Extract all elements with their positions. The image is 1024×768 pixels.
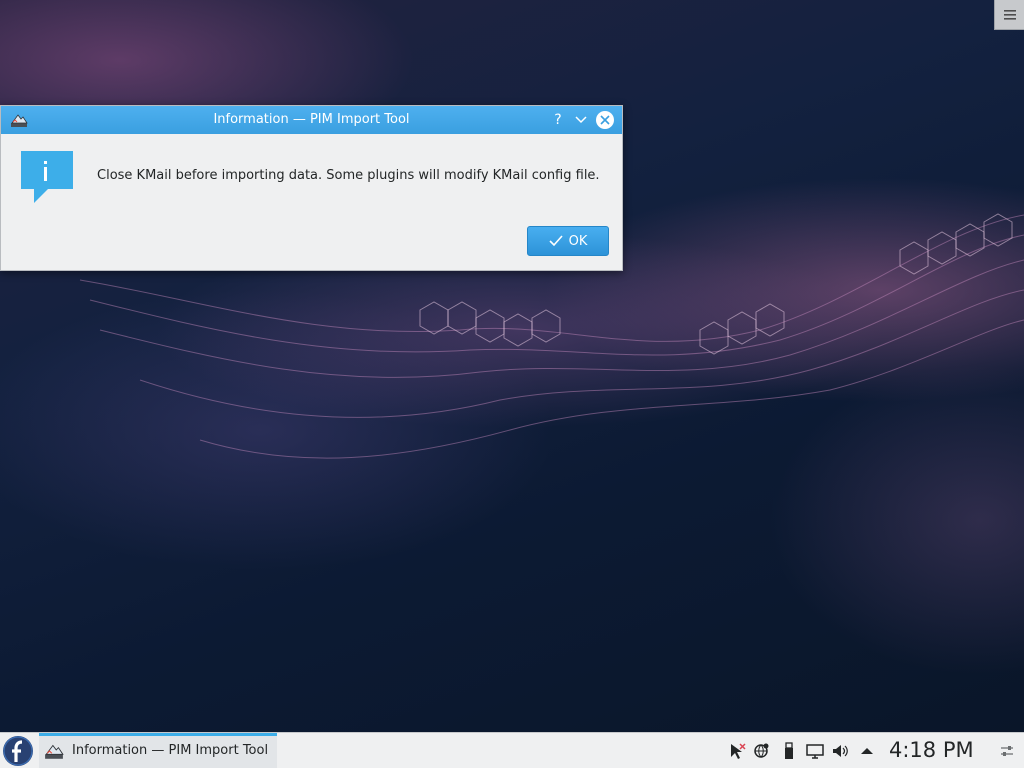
display-icon[interactable] [806, 742, 824, 760]
expand-arrow-icon[interactable] [858, 742, 876, 760]
pim-import-app-icon [45, 744, 64, 759]
volume-icon[interactable] [831, 742, 849, 760]
network-icon[interactable] [752, 742, 770, 760]
panel-settings-icon[interactable] [998, 742, 1016, 760]
network-glyph [754, 743, 769, 758]
information-icon [21, 151, 73, 203]
fedora-logo-icon[interactable] [2, 735, 34, 767]
dialog-message: Close KMail before importing data. Some … [97, 168, 600, 183]
clock[interactable]: 4:18 PM [889, 738, 974, 762]
volume-glyph [833, 745, 848, 757]
ok-button[interactable]: OK [527, 226, 609, 256]
active-task-indicator [39, 733, 277, 736]
display-glyph [806, 744, 824, 759]
desktop-toolbox-button[interactable] [994, 0, 1024, 30]
ok-button-label: OK [568, 233, 588, 249]
usb-device-glyph [785, 742, 793, 759]
information-dialog: Information — PIM Import Tool ? Close KM… [0, 105, 623, 271]
task-label: Information — PIM Import Tool [72, 743, 269, 758]
chevron-down-icon [575, 116, 587, 124]
close-icon [600, 115, 610, 125]
panel-settings-glyph [1001, 746, 1013, 756]
task-information-dialog[interactable]: Information — PIM Import Tool [39, 733, 277, 768]
mouse-disabled-icon[interactable] [728, 742, 746, 760]
dialog-titlebar[interactable]: Information — PIM Import Tool ? [1, 106, 622, 134]
help-button[interactable]: ? [548, 110, 568, 130]
minimize-button[interactable] [571, 110, 591, 130]
help-icon: ? [554, 112, 562, 128]
dialog-title: Information — PIM Import Tool [213, 112, 410, 127]
close-button[interactable] [595, 110, 615, 130]
usb-device-icon[interactable] [780, 742, 798, 760]
mouse-disabled-glyph [731, 743, 746, 759]
expand-arrow-glyph [861, 748, 873, 754]
taskbar: Information — PIM Import Tool 4:18 PM [0, 732, 1024, 768]
checkmark-icon [549, 235, 563, 247]
hamburger-menu-icon [1004, 9, 1016, 20]
